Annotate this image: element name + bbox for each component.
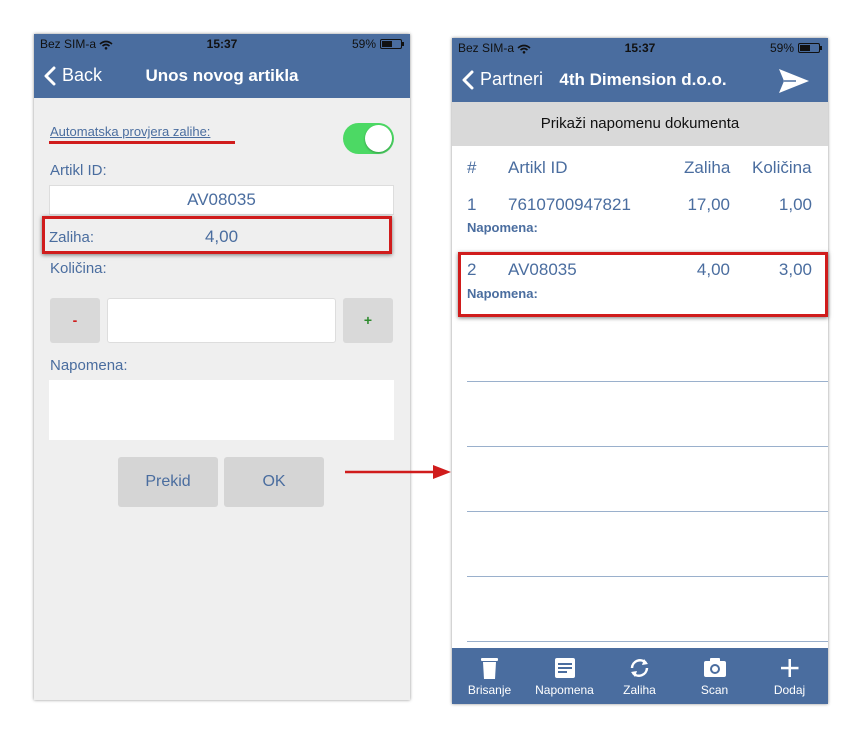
artikl-id-label: Artikl ID: [50, 162, 107, 179]
note-icon [555, 658, 575, 678]
row-number: 1 [467, 195, 477, 214]
send-icon[interactable] [778, 68, 810, 94]
ok-button[interactable]: OK [224, 457, 324, 507]
trash-icon [481, 658, 498, 679]
cancel-button[interactable]: Prekid [118, 457, 218, 507]
row-zaliha: 17,00 [687, 195, 730, 214]
nav-bar: Back Unos novog artikla [34, 54, 410, 98]
battery-status: 59% [352, 37, 404, 51]
decrement-button[interactable]: - [50, 298, 100, 343]
nav-bar: Partneri 4th Dimension d.o.o. [452, 58, 828, 102]
tab-label: Scan [700, 683, 729, 697]
column-header-zaliha: Zaliha [684, 158, 731, 177]
list-divider [467, 446, 828, 447]
camera-icon [704, 658, 726, 677]
phone-right-screen: Bez SIM-a 15:37 59% Partneri 4th Dimensi… [452, 38, 828, 704]
row-kolicina: 1,00 [778, 195, 812, 214]
status-bar: Bez SIM-a 15:37 59% [452, 38, 828, 58]
tab-bar: Brisanje Napomena Zaliha Scan Dodaj [452, 648, 828, 704]
tab-zaliha[interactable]: Zaliha [602, 648, 677, 704]
list-divider [467, 641, 828, 642]
page-title: 4th Dimension d.o.o. [559, 70, 727, 89]
list-divider [467, 381, 828, 382]
increment-button[interactable]: + [343, 298, 393, 343]
auto-check-label: Automatska provjera zalihe: [50, 124, 211, 139]
kolicina-label: Količina: [50, 260, 107, 277]
status-bar: Bez SIM-a 15:37 59% [34, 34, 410, 54]
tab-brisanje[interactable]: Brisanje [452, 648, 527, 704]
tab-label: Brisanje [467, 683, 512, 697]
refresh-icon [630, 659, 649, 677]
tab-napomena[interactable]: Napomena [527, 648, 602, 704]
list-divider [467, 576, 828, 577]
column-header-artikl: Artikl ID [508, 158, 568, 177]
quantity-input[interactable] [107, 298, 336, 343]
row-note-label: Napomena: [467, 220, 538, 235]
show-document-note-button[interactable]: Prikaži napomenu dokumenta [452, 102, 828, 146]
highlight-box [42, 216, 392, 254]
arrow-right-icon [345, 465, 451, 479]
artikl-id-field[interactable]: AV08035 [49, 185, 394, 215]
tab-label: Zaliha [623, 683, 656, 697]
column-header-number: # [467, 158, 477, 177]
page-title: Unos novog artikla [145, 66, 299, 85]
column-header-kolicina: Količina [752, 158, 812, 177]
battery-icon [798, 43, 822, 53]
phone-left-screen: Bez SIM-a 15:37 59% Back Unos novog arti… [34, 34, 410, 700]
plus-icon [781, 659, 799, 677]
battery-icon [380, 39, 404, 49]
napomena-field[interactable] [49, 380, 394, 440]
tab-dodaj[interactable]: Dodaj [752, 648, 827, 704]
annotation-underline [49, 141, 235, 144]
list-divider [467, 511, 828, 512]
battery-status: 59% [770, 41, 822, 55]
napomena-label: Napomena: [50, 357, 128, 374]
row-artikl: 7610700947821 [508, 195, 631, 214]
highlight-box [458, 252, 828, 317]
tab-label: Dodaj [773, 683, 806, 697]
auto-check-toggle[interactable] [343, 123, 394, 154]
tab-scan[interactable]: Scan [677, 648, 752, 704]
tab-label: Napomena [535, 683, 594, 697]
